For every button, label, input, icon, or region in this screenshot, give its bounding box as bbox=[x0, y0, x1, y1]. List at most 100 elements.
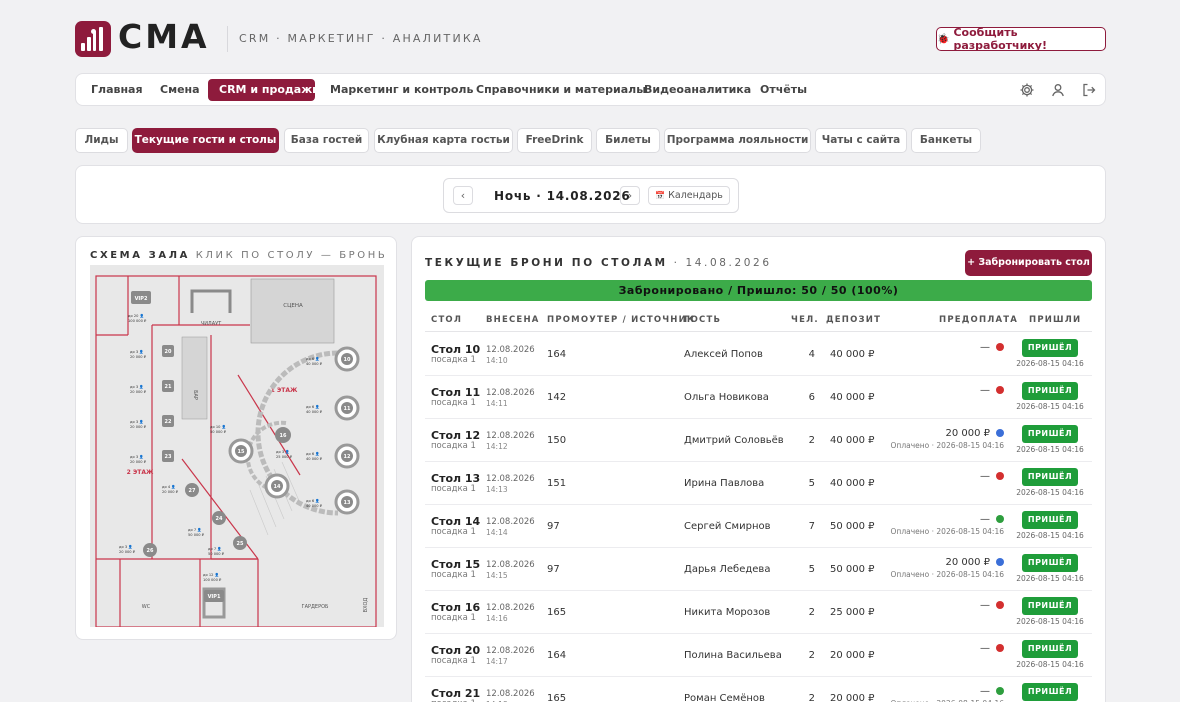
svg-text:до 10 👤: до 10 👤 bbox=[210, 424, 226, 429]
arrived-button[interactable]: ПРИШЁЛ bbox=[1022, 640, 1078, 658]
guest-name[interactable]: Ирина Павлова bbox=[684, 478, 764, 489]
arrived-button[interactable]: ПРИШЁЛ bbox=[1022, 511, 1078, 529]
report-to-developer-button[interactable]: 🐞 Сообщить разработчику! bbox=[936, 26, 1106, 52]
nav-item-video-analytics[interactable]: Видеоаналитика bbox=[633, 79, 762, 101]
guest-name[interactable]: Полина Васильева bbox=[684, 650, 782, 661]
cma-logo-icon[interactable] bbox=[75, 21, 111, 57]
table-row[interactable]: Стол 10 посадка 1 12.08.2026 14:10 164 Алексе… bbox=[425, 333, 1092, 376]
table-row[interactable]: Стол 13 посадка 1 12.08.2026 14:13 151 Ирина … bbox=[425, 462, 1092, 505]
map-table-25[interactable]: 25 bbox=[237, 541, 244, 547]
bookings-card: ТЕКУЩИЕ БРОНИ ПО СТОЛАМ · 14.08.2026 + З… bbox=[411, 236, 1106, 702]
prepayment-amount: 20 000 ₽ bbox=[945, 428, 990, 439]
seating-label: посадка 1 bbox=[431, 613, 476, 623]
prepayment-amount: — bbox=[980, 471, 990, 482]
svg-text:до 3 👤: до 3 👤 bbox=[130, 454, 144, 459]
table-row[interactable]: Стол 14 посадка 1 12.08.2026 14:14 97 Сергей … bbox=[425, 505, 1092, 548]
map-table-27[interactable]: 27 bbox=[189, 488, 196, 494]
map-table-22[interactable]: 22 bbox=[165, 419, 172, 425]
nav-item-home[interactable]: Главная bbox=[80, 79, 154, 101]
nav-item-reports[interactable]: Отчёты bbox=[749, 79, 818, 101]
calendar-icon: 📅 bbox=[655, 191, 666, 200]
guest-name[interactable]: Сергей Смирнов bbox=[684, 521, 771, 532]
map-table-26[interactable]: 26 bbox=[147, 548, 154, 554]
guest-name[interactable]: Алексей Попов bbox=[684, 349, 763, 360]
arrived-button[interactable]: ПРИШЁЛ bbox=[1022, 468, 1078, 486]
table-row[interactable]: Стол 16 посадка 1 12.08.2026 14:16 165 Никита… bbox=[425, 591, 1092, 634]
svg-text:40 000 ₽: 40 000 ₽ bbox=[306, 457, 323, 461]
map-table-vip2[interactable]: VIP2 bbox=[135, 296, 148, 302]
tab-loyalty-program[interactable]: Программа лояльности bbox=[664, 128, 811, 153]
prepayment-amount: — bbox=[980, 643, 990, 654]
nav-item-references[interactable]: Справочники и материалы bbox=[465, 79, 657, 101]
arrived-button[interactable]: ПРИШЁЛ bbox=[1022, 554, 1078, 572]
prepayment: — bbox=[980, 471, 1004, 482]
nav-item-crm-sales[interactable]: CRM и продажи bbox=[208, 79, 320, 101]
tab-current-guests-tables[interactable]: Текущие гости и столы bbox=[132, 128, 279, 153]
prev-date-button[interactable]: ‹ bbox=[453, 186, 473, 205]
guest-name[interactable]: Дарья Лебедева bbox=[684, 564, 770, 575]
nav-item-marketing[interactable]: Маркетинг и контроль bbox=[319, 79, 484, 101]
map-table-vip1[interactable]: VIP1 bbox=[208, 594, 221, 600]
top-bar: CMA CRM · МАРКЕТИНГ · АНАЛИТИКА 🐞 Сообщи… bbox=[0, 0, 1180, 74]
map-table-10[interactable]: 10 bbox=[344, 357, 351, 363]
next-date-button[interactable]: › bbox=[620, 186, 640, 205]
nav-item-shift[interactable]: Смена bbox=[149, 79, 211, 101]
map-table-16[interactable]: 16 bbox=[280, 433, 287, 439]
svg-text:40 000 ₽: 40 000 ₽ bbox=[306, 362, 323, 366]
user-icon[interactable] bbox=[1050, 82, 1066, 98]
created-date: 12.08.2026 bbox=[486, 474, 535, 484]
tab-site-chats[interactable]: Чаты с сайта bbox=[815, 128, 907, 153]
prepayment-amount: 20 000 ₽ bbox=[945, 557, 990, 568]
guest-name[interactable]: Ольга Новикова bbox=[684, 392, 769, 403]
tab-tickets[interactable]: Билеты bbox=[596, 128, 660, 153]
promoter-id: 165 bbox=[547, 693, 567, 702]
people-count: 2 bbox=[808, 435, 815, 446]
tab-freedrink[interactable]: FreeDrink bbox=[517, 128, 592, 153]
map-table-23[interactable]: 23 bbox=[165, 454, 172, 460]
prepayment: — bbox=[980, 643, 1004, 654]
book-table-button[interactable]: + Забронировать стол bbox=[965, 250, 1092, 276]
logout-icon[interactable] bbox=[1081, 82, 1097, 98]
map-table-20[interactable]: 20 bbox=[165, 349, 172, 355]
map-table-21[interactable]: 21 bbox=[165, 384, 172, 390]
svg-text:до 4 👤: до 4 👤 bbox=[162, 484, 176, 489]
deposit-amount: 50 000 ₽ bbox=[830, 564, 875, 575]
tab-guest-database[interactable]: База гостей bbox=[284, 128, 369, 153]
svg-text:до 3 👤: до 3 👤 bbox=[130, 419, 144, 424]
arrived-button[interactable]: ПРИШЁЛ bbox=[1022, 425, 1078, 443]
table-row[interactable]: Стол 21посадка 112.08.202614:18165Роман … bbox=[425, 677, 1092, 702]
map-table-15[interactable]: 15 bbox=[238, 449, 245, 455]
guest-name[interactable]: Дмитрий Соловьёв bbox=[684, 435, 784, 446]
tab-club-card[interactable]: Клубная карта гостьи bbox=[374, 128, 513, 153]
table-header: СТОЛ ВНЕСЕНА ПРОМОУТЕР / ИСТОЧНИК ГОСТЬ … bbox=[425, 311, 1092, 332]
map-table-14[interactable]: 14 bbox=[274, 484, 281, 490]
prepayment-status-dot bbox=[996, 687, 1004, 695]
table-row[interactable]: Стол 20 посадка 1 12.08.2026 14:17 164 Полина… bbox=[425, 634, 1092, 677]
prepayment-status-dot bbox=[996, 429, 1004, 437]
map-table-12[interactable]: 12 bbox=[344, 454, 351, 460]
map-table-11[interactable]: 11 bbox=[344, 406, 351, 412]
arrived-button[interactable]: ПРИШЁЛ bbox=[1022, 382, 1078, 400]
header-divider bbox=[227, 26, 228, 52]
guest-name[interactable]: Никита Морозов bbox=[684, 607, 770, 618]
calendar-button[interactable]: 📅 Календарь bbox=[648, 186, 730, 205]
map-table-24[interactable]: 24 bbox=[216, 516, 223, 522]
guest-name[interactable]: Роман Семёнов bbox=[684, 693, 765, 702]
gear-icon[interactable] bbox=[1019, 82, 1035, 98]
arrived-time: 2026-08-15 04:16 bbox=[1016, 402, 1084, 411]
arrived-button[interactable]: ПРИШЁЛ bbox=[1022, 339, 1078, 357]
prepayment-status-dot bbox=[996, 515, 1004, 523]
arrived-button[interactable]: ПРИШЁЛ bbox=[1022, 683, 1078, 701]
hall-map[interactable]: СЦЕНА ЧИЛАУТ БАР 1 ЭТАЖ 2 ЭТАЖ WC ГАРДЕР… bbox=[90, 265, 384, 627]
tab-banquets[interactable]: Банкеты bbox=[911, 128, 981, 153]
table-row[interactable]: Стол 15 посадка 1 12.08.2026 14:15 97 Дарья Л… bbox=[425, 548, 1092, 591]
prepayment-amount: — bbox=[980, 514, 990, 525]
deposit-amount: 40 000 ₽ bbox=[830, 478, 875, 489]
table-row[interactable]: Стол 11 посадка 1 12.08.2026 14:11 142 Ольга … bbox=[425, 376, 1092, 419]
tab-leads[interactable]: Лиды bbox=[75, 128, 128, 153]
table-row[interactable]: Стол 12 посадка 1 12.08.2026 14:12 150 Дмитри… bbox=[425, 419, 1092, 462]
svg-text:до 3 👤: до 3 👤 bbox=[130, 384, 144, 389]
map-table-13[interactable]: 13 bbox=[344, 500, 351, 506]
prepayment-amount: — bbox=[980, 686, 990, 697]
arrived-button[interactable]: ПРИШЁЛ bbox=[1022, 597, 1078, 615]
